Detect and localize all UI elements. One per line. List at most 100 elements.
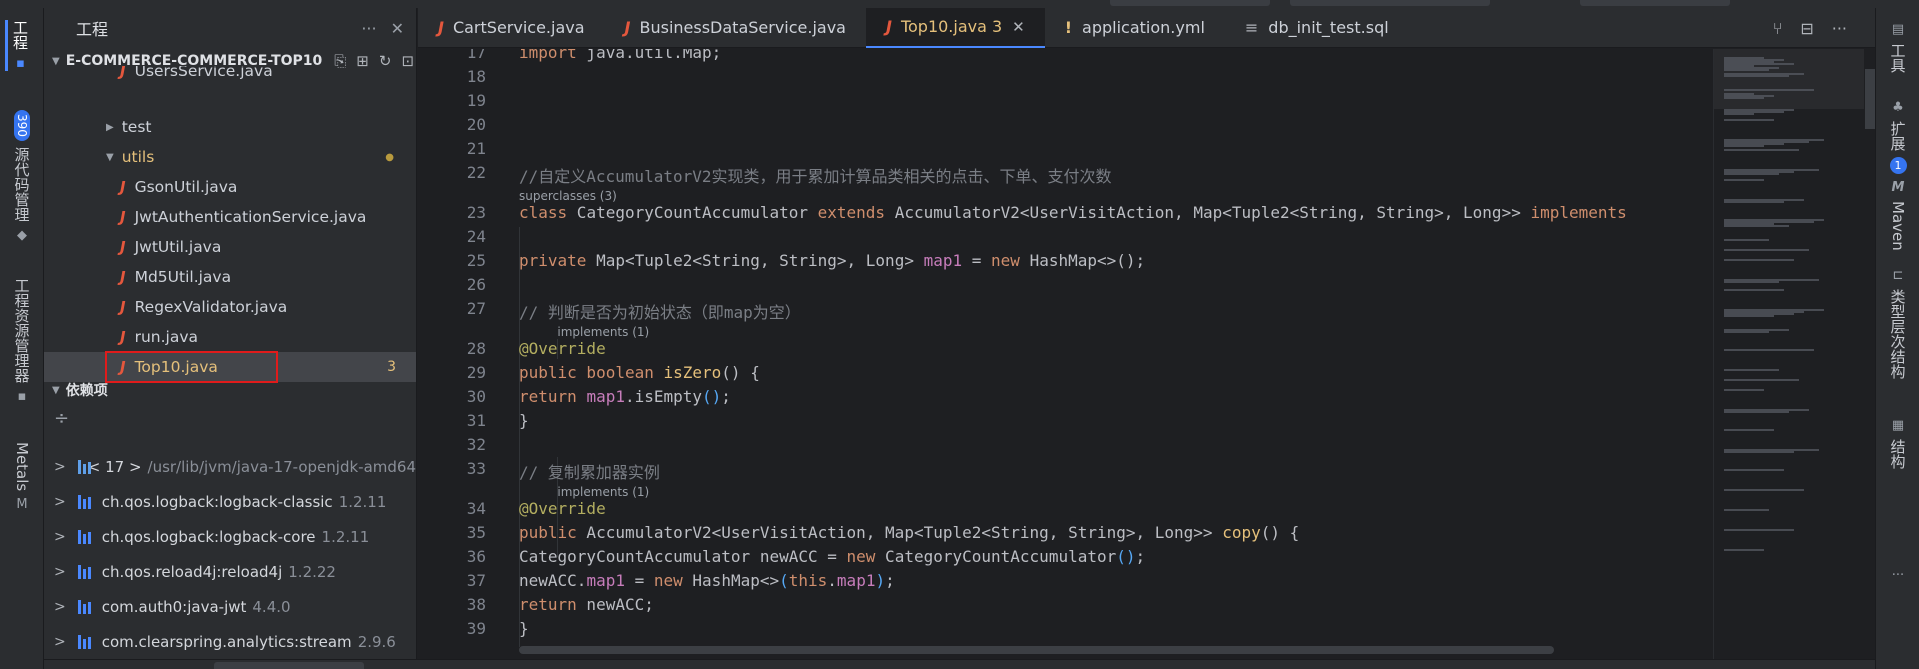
java-file-icon: J <box>120 298 126 316</box>
java-file-icon: J <box>438 18 444 37</box>
tool-tools-label: 工具 <box>1888 43 1907 73</box>
dependencies-header[interactable]: ▼ 依赖项 <box>44 375 416 405</box>
extensions-icon: ♣ <box>1892 100 1904 115</box>
branch-icon[interactable]: ⑂ <box>1773 19 1783 38</box>
tool-maven[interactable]: M Maven <box>1884 180 1912 251</box>
line-number: 21 <box>466 139 486 158</box>
library-icon <box>77 495 94 509</box>
tree-item-label: Top10.java <box>134 358 218 376</box>
close-tab-icon[interactable]: ✕ <box>1012 18 1025 36</box>
code-line: 27 // 判断是否为初始状态（即map为空） <box>418 299 1713 323</box>
tree-item-label: RegexValidator.java <box>134 298 288 316</box>
tab-label: application.yml <box>1082 18 1205 37</box>
code-text: import java.util.Map; <box>519 49 722 62</box>
tree-item-label: JwtUtil.java <box>134 238 222 256</box>
code-line: 39 } <box>418 619 1713 643</box>
dependency-name: ch.qos.logback:logback-classic <box>101 493 333 511</box>
code-lens-hint[interactable]: implements (1) <box>557 485 649 499</box>
java-file-icon: J <box>120 268 126 286</box>
sort-icon[interactable]: ÷ <box>54 408 69 429</box>
code-editor[interactable]: 17 import java.util.Map; 18 19 20 21 22 //自定义Ac… <box>418 49 1713 659</box>
vertical-scrollbar[interactable] <box>1865 69 1875 129</box>
dependency-item[interactable]: > com.auth0:java-jwt 4.4.0 <box>44 592 416 622</box>
tool-structure[interactable]: ▦ 结构 <box>1884 418 1912 469</box>
editor-tab[interactable]: J BusinessDataService.java <box>605 8 866 48</box>
more-icon[interactable]: ··· <box>1832 19 1847 38</box>
line-number: 36 <box>466 547 486 566</box>
tree-item[interactable]: Jrun.java <box>44 322 416 352</box>
tree-item[interactable]: J RegexValidator.java <box>44 292 416 322</box>
maven-icon: M <box>1891 180 1905 195</box>
tool-extensions[interactable]: ♣ 扩展 1 <box>1884 100 1912 174</box>
more-icon[interactable]: ··· <box>361 19 376 38</box>
activity-explorer-label: 工程资源管理器 <box>12 278 31 383</box>
tree-item-label: test <box>121 118 152 136</box>
line-number: 24 <box>466 227 486 246</box>
code-text: class CategoryCountAccumulator extends A… <box>519 203 1627 222</box>
tool-extensions-label: 扩展 <box>1888 121 1907 151</box>
dependencies-title: 依赖项 <box>65 383 108 399</box>
code-lens-hint[interactable]: superclasses (3) <box>519 189 617 203</box>
line-number: 25 <box>466 251 486 270</box>
horizontal-scrollbar[interactable] <box>519 646 1554 654</box>
code-line: 20 <box>418 115 1713 139</box>
activity-metals[interactable]: Metals M <box>8 442 36 512</box>
tree-item[interactable]: J Md5Util.java <box>44 262 416 292</box>
java-file-icon: J <box>120 328 126 346</box>
tool-more[interactable]: ··· <box>1884 568 1912 583</box>
line-number: 37 <box>466 571 486 590</box>
tree-item-label: JwtAuthenticationService.java <box>134 208 367 226</box>
code-text: private Map<Tuple2<String, String>, Long… <box>519 251 1146 270</box>
activity-project[interactable]: 工程 ▪ <box>5 20 33 71</box>
activity-source-control-label: 源代码管理 <box>12 146 31 222</box>
dependency-item[interactable]: > com.clearspring.analytics:stream 2.9.6 <box>44 627 416 657</box>
editor-tab[interactable]: ≡ db_init_test.sql <box>1225 8 1409 48</box>
line-number: 32 <box>466 435 486 454</box>
dependency-item[interactable]: > ch.qos.logback:logback-core 1.2.11 <box>44 522 416 552</box>
project-panel: 工程 ··· ✕ ▼ E-COMMERCE-COMMERCE-TOP10 ⎘ ⊞… <box>44 8 417 659</box>
line-number: 17 <box>466 49 486 62</box>
editor-tab[interactable]: J Top10.java 3 ✕ <box>865 7 1045 48</box>
tree-item[interactable]: J JwtAuthenticationService.java <box>44 202 416 232</box>
tree-item[interactable]: J GsonUtil.java <box>44 172 416 202</box>
java-file-icon: J <box>885 17 892 36</box>
line-number: 23 <box>466 203 486 222</box>
line-number: 38 <box>466 595 486 614</box>
library-icon <box>77 635 94 649</box>
tree-item-label: run.java <box>134 328 199 346</box>
java-file-icon: J <box>624 18 631 37</box>
yaml-file-icon: ! <box>1064 18 1073 37</box>
dependency-name: < 17 > <box>87 458 142 476</box>
close-panel-icon[interactable]: ✕ <box>391 19 404 38</box>
chevron-down-icon: ▼ <box>52 384 60 396</box>
tool-structure-label: 结构 <box>1888 439 1907 469</box>
chevron-right-icon: > <box>54 494 66 510</box>
code-text: return map1.isEmpty(); <box>519 387 731 406</box>
code-text: @Override <box>519 499 606 518</box>
split-editor-icon[interactable]: ⊟ <box>1800 19 1813 38</box>
minimap[interactable] <box>1713 49 1875 659</box>
chevron-down-icon: ▼ <box>52 55 60 67</box>
tree-item[interactable]: J UsersService.java <box>44 66 416 80</box>
code-lens-hint[interactable]: implements (1) <box>557 325 649 339</box>
tree-item[interactable]: ▼ utils ● <box>44 142 416 172</box>
tool-tools[interactable]: ▤ 工具 <box>1884 22 1912 73</box>
code-line: 30 return map1.isEmpty(); <box>418 387 1713 411</box>
dependency-item[interactable]: > ch.qos.reload4j:reload4j 1.2.22 <box>44 557 416 587</box>
code-text: return newACC; <box>519 595 654 614</box>
tool-type-hierarchy[interactable]: ⊏ 类型层次结构 <box>1884 268 1912 379</box>
dependency-item[interactable]: > < 17 > /usr/lib/jvm/java-17-openjdk-amd6… <box>44 452 416 482</box>
activity-source-control[interactable]: 390 源代码管理 ◆ <box>8 110 36 243</box>
explorer-icon: ▪ <box>17 389 27 404</box>
activity-explorer[interactable]: 工程资源管理器 ▪ <box>8 278 36 404</box>
activity-metals-label: Metals <box>13 442 31 492</box>
more-icon: ··· <box>1891 568 1905 583</box>
editor-tab[interactable]: J CartService.java <box>418 8 605 48</box>
editor-tab[interactable]: ! application.yml <box>1045 8 1225 48</box>
dependency-item[interactable]: > ch.qos.logback:logback-classic 1.2.11 <box>44 487 416 517</box>
code-line: 29 public boolean isZero() { <box>418 363 1713 387</box>
tree-item[interactable]: ▶ test <box>44 112 416 142</box>
line-number: 39 <box>466 619 486 638</box>
tree-item[interactable]: J JwtUtil.java <box>44 232 416 262</box>
hierarchy-icon: ⊏ <box>1892 268 1904 283</box>
